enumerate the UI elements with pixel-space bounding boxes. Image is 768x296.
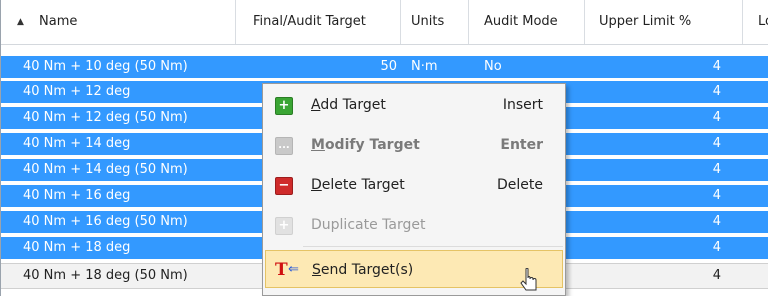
menu-item-label: Delete Target [311, 177, 405, 193]
menu-item-label: Modify Target [311, 137, 420, 153]
column-header-audit-mode[interactable]: Audit Mode [469, 0, 585, 44]
column-header-label: Upper Limit % [599, 14, 692, 29]
cell-upper-limit: 4 [712, 59, 721, 74]
menu-separator [303, 246, 563, 247]
menu-item-duplicate-target[interactable]: + Duplicate Target [263, 206, 565, 244]
menu-item-label: Add Target [311, 97, 386, 113]
column-header-label: Name [39, 14, 78, 29]
cell-name: 40 Nm + 14 deg [23, 136, 131, 151]
cell-upper-limit: 4 [712, 110, 721, 125]
cell-upper-limit: 4 [712, 240, 721, 255]
column-header-units[interactable]: Units [401, 0, 469, 44]
cell-upper-limit: 4 [712, 162, 721, 177]
column-header-label: Lo [758, 14, 768, 29]
duplicate-plus-icon: + [275, 217, 293, 235]
cell-audit-mode: No [484, 59, 502, 74]
context-menu: + Add Target Insert ... Modify Target En… [262, 83, 566, 296]
column-header-label: Final/Audit Target [253, 14, 366, 29]
modify-ellipsis-icon: ... [275, 137, 293, 155]
menu-item-modify-target[interactable]: ... Modify Target Enter [263, 126, 565, 164]
cell-name: 40 Nm + 18 deg (50 Nm) [23, 268, 188, 283]
menu-item-shortcut: Enter [500, 137, 543, 153]
menu-item-shortcut: Insert [502, 97, 543, 113]
sort-ascending-icon: ▲ [17, 17, 24, 27]
cell-name: 40 Nm + 12 deg (50 Nm) [23, 110, 188, 125]
delete-minus-icon: − [275, 177, 293, 195]
cell-upper-limit: 4 [712, 214, 721, 229]
column-header-label: Audit Mode [484, 14, 558, 29]
cell-name: 40 Nm + 12 deg [23, 84, 131, 99]
cell-upper-limit: 4 [712, 188, 721, 203]
column-header-final-audit-target[interactable]: Final/Audit Target [236, 0, 401, 44]
cell-upper-limit: 4 [712, 84, 721, 99]
cell-name: 40 Nm + 14 deg (50 Nm) [23, 162, 188, 177]
column-header-name[interactable]: ▲ Name [1, 0, 236, 44]
column-header-lower-limit[interactable]: Lo [743, 0, 768, 44]
table-row[interactable]: 40 Nm + 10 deg (50 Nm) 50 N·m No 4 [1, 56, 768, 78]
menu-item-delete-target[interactable]: − Delete Target Delete [263, 166, 565, 204]
cell-name: 40 Nm + 18 deg [23, 240, 131, 255]
menu-item-label: Duplicate Target [311, 217, 426, 233]
column-header-upper-limit[interactable]: Upper Limit % [585, 0, 743, 44]
menu-item-add-target[interactable]: + Add Target Insert [263, 86, 565, 124]
cell-upper-limit: 4 [712, 268, 721, 283]
menu-item-shortcut: Delete [497, 177, 543, 193]
cell-name: 40 Nm + 16 deg [23, 188, 131, 203]
cell-name: 40 Nm + 10 deg (50 Nm) [23, 59, 188, 74]
menu-item-label: Send Target(s) [312, 262, 414, 278]
cell-units: N·m [411, 59, 438, 74]
column-header-label: Units [411, 14, 445, 29]
add-plus-icon: + [275, 97, 293, 115]
cell-upper-limit: 4 [712, 136, 721, 151]
cell-name: 40 Nm + 16 deg (50 Nm) [23, 214, 188, 229]
mouse-pointer-icon [520, 268, 537, 291]
grid-header: ▲ Name Final/Audit Target Units Audit Mo… [1, 0, 768, 45]
cell-target: 50 [380, 59, 397, 74]
